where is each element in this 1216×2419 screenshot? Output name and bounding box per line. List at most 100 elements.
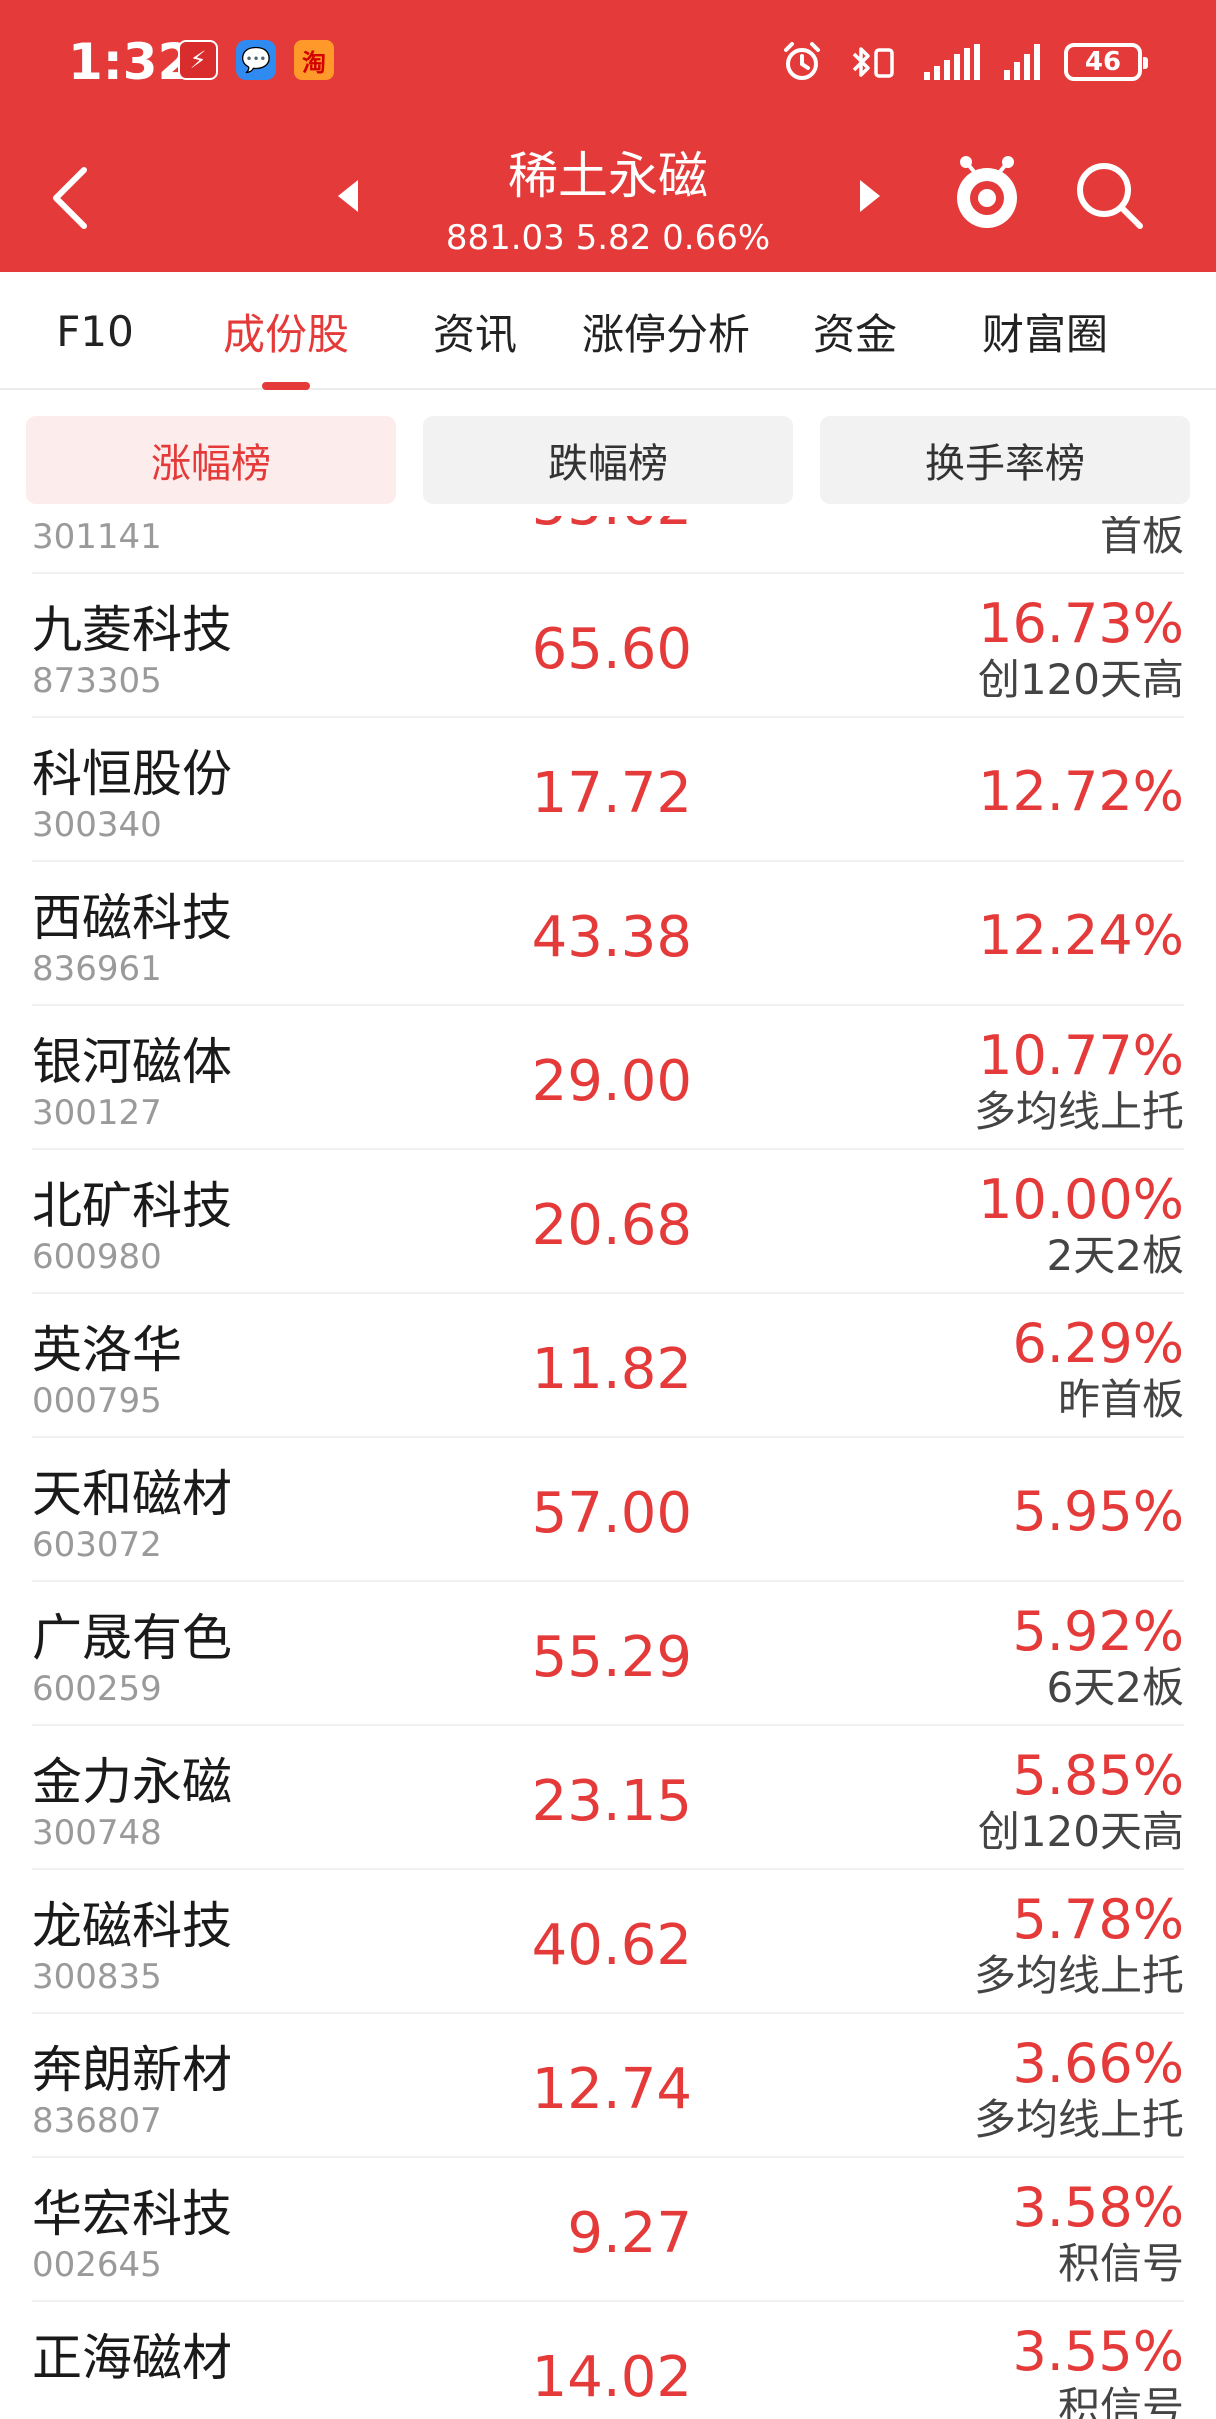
message-app-icon: 💬 xyxy=(236,40,276,80)
stock-code: 600980 xyxy=(32,1237,162,1277)
stock-row[interactable]: 奔朗新材 836807 12.74 3.66% 多均线上托 xyxy=(32,2014,1184,2158)
stock-row[interactable]: 银河磁体 300127 29.00 10.77% 多均线上托 xyxy=(32,1006,1184,1150)
stock-change: 3.66% xyxy=(1012,2032,1184,2095)
stock-price: 23.15 xyxy=(531,1769,692,1834)
stock-code: 873305 xyxy=(32,661,162,701)
stock-price: 43.38 xyxy=(531,905,692,970)
status-icons: 46 xyxy=(780,34,1148,90)
stock-row[interactable]: 金力永磁 300748 23.15 5.85% 创120天高 xyxy=(32,1726,1184,1870)
stock-name: 华宏科技 xyxy=(32,2185,232,2243)
stock-code: 301141 xyxy=(32,517,162,557)
stock-change: 16.73% xyxy=(978,592,1184,655)
ranking-tabs: 涨幅榜 跌幅榜 换手率榜 xyxy=(0,392,1216,516)
section-tabs: F10 成份股 资讯 涨停分析 资金 财富圈 xyxy=(0,272,1216,390)
subtab-label: 涨幅榜 xyxy=(151,441,271,487)
stock-code: 836961 xyxy=(32,949,162,989)
stock-code: 600259 xyxy=(32,1669,162,1709)
active-tab-indicator xyxy=(262,382,310,390)
stock-price: 29.00 xyxy=(531,1049,692,1114)
subtab-losers[interactable]: 跌幅榜 xyxy=(423,416,793,504)
stock-name: 天和磁材 xyxy=(32,1465,232,1523)
stock-code: 836807 xyxy=(32,2101,162,2141)
notification-app-icon: ⚡ xyxy=(178,40,218,80)
stock-price: 17.72 xyxy=(531,761,692,826)
stock-tag: 2天2板 xyxy=(1046,1231,1184,1280)
stock-tag: 积信号 xyxy=(1057,2383,1184,2419)
stock-code: 300835 xyxy=(32,1957,162,1997)
subtab-gainers[interactable]: 涨幅榜 xyxy=(26,416,396,504)
cellular-signal-icon xyxy=(1004,44,1040,80)
stock-row[interactable]: 301141 55.62 首板 xyxy=(32,516,1184,574)
stock-price: 9.27 xyxy=(567,2201,692,2266)
stock-change: 5.95% xyxy=(1012,1480,1184,1543)
tab-label: 成份股 xyxy=(222,309,349,359)
stock-price: 20.68 xyxy=(531,1193,692,1258)
stock-name: 奔朗新材 xyxy=(32,2041,232,2099)
alarm-icon xyxy=(784,42,820,80)
battery-level: 46 xyxy=(1084,47,1122,77)
tab-wealth-circle[interactable]: 财富圈 xyxy=(960,272,1130,390)
status-time: 1:32 xyxy=(68,33,193,91)
stock-row[interactable]: 广晟有色 600259 55.29 5.92% 6天2板 xyxy=(32,1582,1184,1726)
stock-tag: 首板 xyxy=(1099,516,1184,560)
stock-change: 6.29% xyxy=(1012,1312,1184,1375)
stock-tag: 积信号 xyxy=(1057,2239,1184,2288)
tab-news[interactable]: 资讯 xyxy=(410,272,540,390)
stock-row[interactable]: 北矿科技 600980 20.68 10.00% 2天2板 xyxy=(32,1150,1184,1294)
wifi-signal-icon xyxy=(924,44,980,80)
stock-change: 3.58% xyxy=(1012,2176,1184,2239)
stock-tag: 多均线上托 xyxy=(973,1951,1184,2000)
next-sector-button[interactable] xyxy=(860,180,880,212)
stock-price: 12.74 xyxy=(531,2057,692,2122)
stock-code: 300748 xyxy=(32,1813,162,1853)
stock-name: 英洛华 xyxy=(32,1321,182,1379)
tab-constituents[interactable]: 成份股 xyxy=(196,272,376,390)
stock-row[interactable]: 龙磁科技 300835 40.62 5.78% 多均线上托 xyxy=(32,1870,1184,2014)
stock-row[interactable]: 天和磁材 603072 57.00 5.95% xyxy=(32,1438,1184,1582)
stock-name: 正海磁材 xyxy=(32,2329,232,2387)
stock-price: 65.60 xyxy=(531,617,692,682)
stock-price: 57.00 xyxy=(531,1481,692,1546)
stock-tag: 创120天高 xyxy=(977,655,1184,704)
tab-label: 资讯 xyxy=(432,309,517,359)
stock-row[interactable]: 英洛华 000795 11.82 6.29% 昨首板 xyxy=(32,1294,1184,1438)
stock-change: 10.77% xyxy=(978,1024,1184,1087)
search-icon[interactable] xyxy=(1070,156,1150,236)
tab-f10[interactable]: F10 xyxy=(30,272,160,390)
stock-row[interactable]: 华宏科技 002645 9.27 3.58% 积信号 xyxy=(32,2158,1184,2302)
stock-change: 10.00% xyxy=(978,1168,1184,1231)
stock-price: 11.82 xyxy=(531,1337,692,1402)
shopping-app-icon: 淘 xyxy=(294,40,334,80)
stock-change: 5.85% xyxy=(1012,1744,1184,1807)
stock-row[interactable]: 西磁科技 836961 43.38 12.24% xyxy=(32,862,1184,1006)
stock-name: 西磁科技 xyxy=(32,889,232,947)
stock-code: 002645 xyxy=(32,2245,162,2285)
stock-change: 12.24% xyxy=(978,904,1184,967)
stock-tag: 多均线上托 xyxy=(973,2095,1184,2144)
subtab-turnover[interactable]: 换手率榜 xyxy=(820,416,1190,504)
tab-funds[interactable]: 资金 xyxy=(790,272,920,390)
stock-name: 九菱科技 xyxy=(32,601,232,659)
stock-code: 300127 xyxy=(32,1093,162,1133)
stock-row[interactable]: 九菱科技 873305 65.60 16.73% 创120天高 xyxy=(32,574,1184,718)
battery-icon: 46 xyxy=(1064,43,1148,81)
stock-name: 龙磁科技 xyxy=(32,1897,232,1955)
stock-name: 北矿科技 xyxy=(32,1177,232,1235)
stock-list[interactable]: 301141 55.62 首板 九菱科技 873305 65.60 16.73%… xyxy=(0,516,1216,2419)
stock-name: 科恒股份 xyxy=(32,745,232,803)
previous-sector-button[interactable] xyxy=(338,180,358,212)
stock-row[interactable]: 科恒股份 300340 17.72 12.72% xyxy=(32,718,1184,862)
tab-limit-up-analysis[interactable]: 涨停分析 xyxy=(566,272,766,390)
stock-change: 3.55% xyxy=(1012,2320,1184,2383)
stock-row[interactable]: 正海磁材 14.02 3.55% 积信号 xyxy=(32,2302,1184,2419)
stock-name: 金力永磁 xyxy=(32,1753,232,1811)
stock-price: 55.62 xyxy=(392,516,692,538)
stock-name: 广晟有色 xyxy=(32,1609,232,1667)
stock-code: 000795 xyxy=(32,1381,162,1421)
back-button[interactable] xyxy=(40,160,100,236)
stock-price: 14.02 xyxy=(531,2345,692,2410)
index-quote: 881.03 5.82 0.66% xyxy=(445,218,771,258)
tab-label: F10 xyxy=(56,306,134,356)
tab-label: 财富圈 xyxy=(981,309,1108,359)
assistant-mascot-icon[interactable] xyxy=(952,152,1022,234)
